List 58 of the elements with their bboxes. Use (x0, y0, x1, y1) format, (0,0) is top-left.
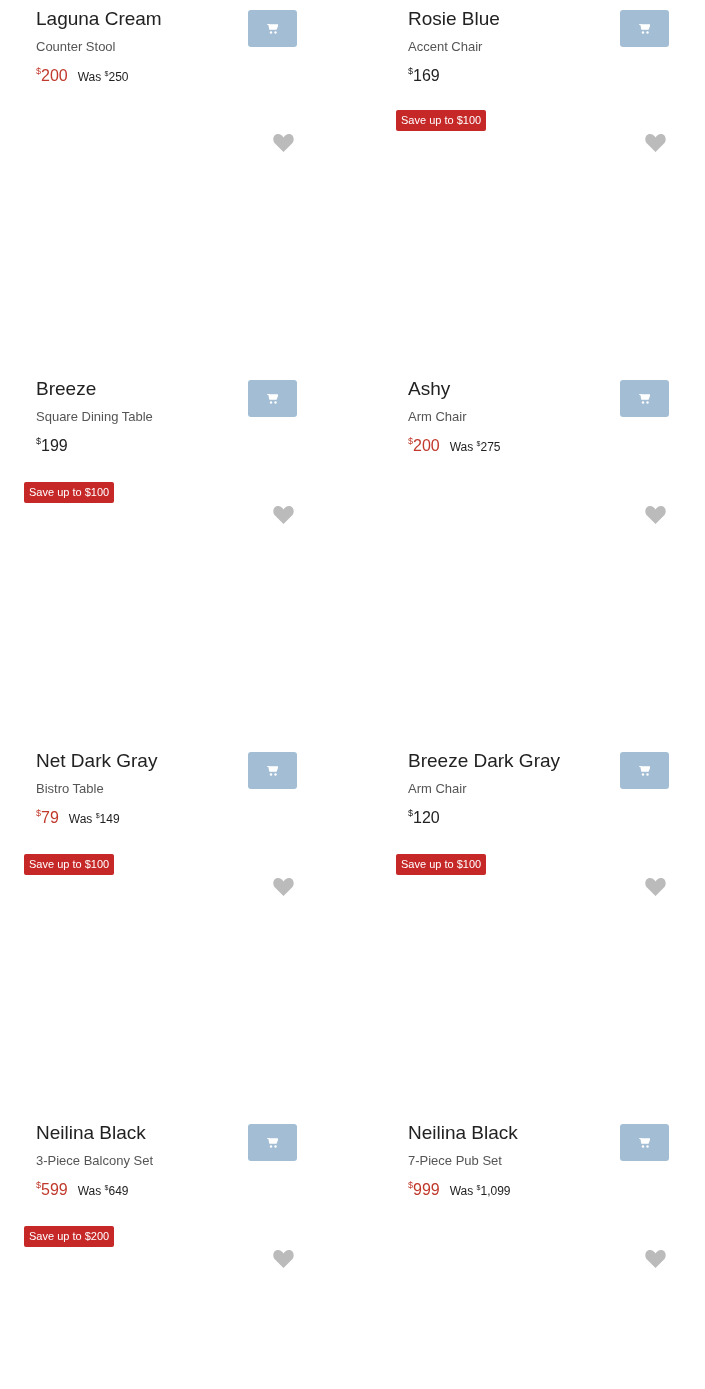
heart-icon[interactable] (645, 133, 666, 152)
cart-icon (267, 765, 278, 776)
cart-icon (267, 23, 278, 34)
product-type: Bistro Table (36, 779, 105, 798)
cart-icon (639, 393, 650, 404)
save-badge: Save up to $200 (24, 1226, 115, 1248)
add-to-cart-button[interactable] (620, 10, 669, 47)
product-name[interactable]: Rosie Blue (408, 6, 500, 33)
cart-icon (639, 1137, 650, 1148)
add-to-cart-button[interactable] (248, 1124, 297, 1161)
save-badge: Save up to $100 (396, 854, 487, 876)
price: $^{$}$120 (408, 809, 440, 827)
heart-icon[interactable] (645, 1249, 666, 1268)
product-name[interactable]: Breeze (36, 376, 153, 403)
product-type: Accent Chair (408, 37, 484, 56)
product-name[interactable]: Ashy (408, 376, 501, 403)
price: $^{$}$200 (36, 67, 68, 85)
product-type: Counter Stool (36, 37, 117, 56)
add-to-cart-button[interactable] (620, 380, 669, 417)
price: $^{$}$169 (408, 67, 440, 85)
cart-icon (267, 1137, 278, 1148)
add-to-cart-button[interactable] (248, 380, 297, 417)
heart-icon[interactable] (273, 505, 294, 524)
product-type: 3-Piece Balcony Set (36, 1151, 154, 1170)
product-name[interactable]: Net Dark Gray (36, 748, 158, 775)
add-to-cart-button[interactable] (620, 1124, 669, 1161)
price: $^{$}$599 (36, 1181, 68, 1199)
price: $^{$}$200 (408, 437, 440, 455)
price: $^{$}$79 (36, 809, 59, 827)
price: $^{$}$999 (408, 1181, 440, 1199)
was-price: Was $^{$}$1,099 (449, 1184, 511, 1199)
heart-icon[interactable] (273, 1249, 294, 1268)
heart-icon[interactable] (645, 505, 666, 524)
product-name[interactable]: Breeze Dark Gray (408, 748, 561, 775)
was-price: Was $^{$}$275 (449, 440, 501, 455)
cart-icon (639, 765, 650, 776)
heart-icon[interactable] (273, 877, 294, 896)
was-price: Was $^{$}$250 (77, 70, 129, 85)
product-type: Arm Chair (408, 779, 468, 798)
product-name[interactable]: Neilina Black (408, 1120, 518, 1147)
product-type: Square Dining Table (36, 407, 153, 426)
product-name[interactable]: Neilina Black (36, 1120, 154, 1147)
was-price: Was $^{$}$649 (77, 1184, 129, 1199)
product-type: Arm Chair (408, 407, 468, 426)
add-to-cart-button[interactable] (620, 752, 669, 789)
cart-icon (639, 23, 650, 34)
heart-icon[interactable] (645, 877, 666, 896)
add-to-cart-button[interactable] (248, 752, 297, 789)
save-badge: Save up to $100 (24, 482, 115, 504)
product-name[interactable]: Laguna Cream (36, 6, 162, 33)
price: $^{$}$199 (36, 437, 68, 455)
cart-icon (267, 393, 278, 404)
was-price: Was $^{$}$149 (68, 812, 120, 827)
heart-icon[interactable] (273, 133, 294, 152)
save-badge: Save up to $100 (24, 854, 115, 876)
product-type: 7-Piece Pub Set (408, 1151, 503, 1170)
add-to-cart-button[interactable] (248, 10, 297, 47)
save-badge: Save up to $100 (396, 110, 487, 132)
